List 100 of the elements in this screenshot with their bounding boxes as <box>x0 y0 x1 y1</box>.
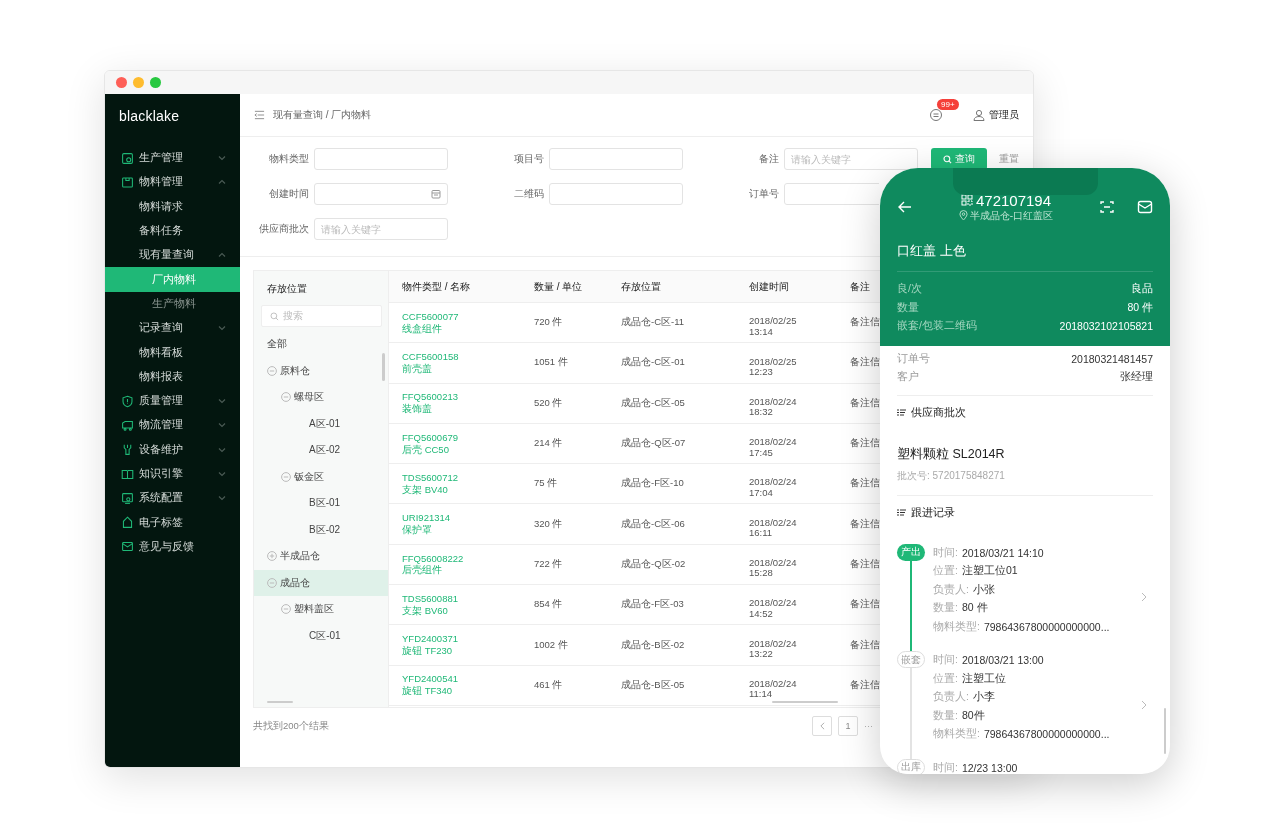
time-text: 13:22 <box>749 649 774 660</box>
scan-icon[interactable] <box>1099 199 1115 215</box>
close-dot[interactable] <box>116 77 127 88</box>
page-button[interactable]: 1 <box>838 716 858 736</box>
field-label: 负责人: <box>933 582 969 597</box>
field-label: 客户 <box>897 370 919 385</box>
table-cell: 备注信 <box>850 678 880 692</box>
input-field[interactable]: 请输入关键字 <box>784 148 918 170</box>
table-cell: 320 件 <box>534 517 563 531</box>
field-label: 负责人: <box>933 690 969 705</box>
scrollbar[interactable] <box>267 701 293 703</box>
tree-node[interactable]: 原料仓 <box>254 357 388 384</box>
sidebar-item[interactable]: 系统配置 <box>105 486 240 511</box>
tree-node[interactable]: A区-01 <box>254 410 388 437</box>
list-icon <box>897 409 906 416</box>
field-label: 备注 <box>758 152 780 166</box>
tree-node-label: 螺母区 <box>294 390 324 405</box>
table-cell: 1002 件 <box>534 638 568 652</box>
search-icon <box>943 154 952 164</box>
item-title: 口红盖 上色 <box>897 226 1153 272</box>
previous-page-button[interactable] <box>812 716 832 736</box>
tree-node[interactable]: A区-02 <box>254 437 388 464</box>
sidebar-item[interactable]: 物流管理 <box>105 413 240 438</box>
sidebar-item[interactable]: 备料任务 <box>105 218 240 244</box>
collapse-icon[interactable] <box>267 577 277 588</box>
maximize-dot[interactable] <box>150 77 161 88</box>
date-text: 2018/02/24 <box>749 638 797 649</box>
input-field[interactable] <box>549 183 683 205</box>
scrollbar[interactable] <box>1164 707 1166 754</box>
tree-node-label: B区-01 <box>309 496 341 511</box>
tree-node[interactable]: 塑料盖区 <box>254 596 388 623</box>
tree-node[interactable]: 半成品仓 <box>254 543 388 570</box>
input-field[interactable]: 请输入关键字 <box>314 218 448 240</box>
table-cell: 成品仓-C区-11 <box>621 316 685 330</box>
user-name[interactable]: 管理员 <box>989 108 1019 122</box>
input-field[interactable] <box>314 148 448 170</box>
tree-node-label: A区-02 <box>309 443 341 458</box>
input-field[interactable] <box>784 183 879 205</box>
sidebar-item[interactable]: 记录查询 <box>105 316 240 341</box>
expand-icon[interactable] <box>267 551 277 562</box>
date-text: 2018/02/24 <box>749 678 797 690</box>
scrollbar[interactable] <box>772 701 838 703</box>
table-cell: 备注信 <box>850 557 880 571</box>
field-value: 小李 <box>972 690 995 705</box>
sidebar-item[interactable]: 物料管理 <box>105 170 240 195</box>
tree-node[interactable]: 全部 <box>254 331 388 358</box>
user-icon[interactable] <box>973 109 985 121</box>
envelope-icon[interactable] <box>1137 199 1153 215</box>
scrollbar[interactable] <box>382 353 385 381</box>
chevron-right-icon[interactable] <box>1141 699 1148 710</box>
chevron-down-icon <box>218 470 226 478</box>
collapse-icon[interactable] <box>281 392 291 403</box>
sidebar-item[interactable]: 生产物料 <box>105 291 240 317</box>
field-value: 2018032102105821 <box>1059 320 1153 333</box>
input-field[interactable] <box>549 148 683 170</box>
message-icon[interactable] <box>929 108 943 122</box>
date-text: 2018/02/24 <box>749 396 797 408</box>
collapse-icon[interactable] <box>281 471 291 482</box>
field-value: 张经理 <box>1120 370 1153 385</box>
collapse-icon[interactable] <box>267 365 277 376</box>
time-text: 12:23 <box>749 366 774 378</box>
field-value: 12/23 13:00 <box>961 761 1018 774</box>
table-cell: 1051 件 <box>534 356 568 370</box>
book-icon <box>121 467 134 481</box>
field-value: 2018/03/21 14:10 <box>961 546 1044 559</box>
tree-node[interactable]: B区-01 <box>254 490 388 517</box>
sidebar-item[interactable]: 设备维护 <box>105 437 240 462</box>
tree-node[interactable]: B区-02 <box>254 516 388 543</box>
date-field[interactable] <box>314 183 448 205</box>
column-header: 备注 <box>850 279 870 294</box>
supplier-item-name: 塑料颗粒 SL2014R <box>897 445 1006 463</box>
minimize-dot[interactable] <box>133 77 144 88</box>
collapse-icon[interactable] <box>281 604 291 615</box>
date-text: 2018/02/24 <box>749 437 797 448</box>
sidebar-item[interactable]: 物料报表 <box>105 364 240 389</box>
back-arrow-icon[interactable] <box>897 199 913 215</box>
tree-node[interactable]: 螺母区 <box>254 384 388 411</box>
section-title: 供应商批次 <box>911 405 966 420</box>
chevron-right-icon[interactable] <box>1141 592 1148 603</box>
batch-number: 批次号: 5720175848271 <box>897 468 1006 483</box>
sidebar-item[interactable]: 物料看板 <box>105 340 240 365</box>
breadcrumb: 现有量查询 / 厂内物料 <box>273 108 373 122</box>
sidebar-item[interactable]: 物料请求 <box>105 194 240 219</box>
sidebar-item[interactable]: 质量管理 <box>105 388 240 414</box>
field-value: 小张 <box>972 582 995 597</box>
field-value: 2018/03/21 13:00 <box>961 654 1044 667</box>
sidebar-item[interactable]: 意见与反馈 <box>105 534 240 560</box>
tree-node[interactable]: C区-01 <box>254 622 388 649</box>
sidebar-item[interactable]: 现有量查询 <box>105 243 240 268</box>
menu-icon[interactable] <box>254 110 265 120</box>
sidebar-item[interactable]: 电子标签 <box>105 510 240 535</box>
tree-node[interactable]: 成品仓 <box>254 569 388 596</box>
sidebar-item[interactable]: 生产管理 <box>105 146 240 171</box>
field-label: 订单号 <box>897 351 930 366</box>
location-pin-icon <box>958 210 968 221</box>
table-cell: 成品仓-C区-05 <box>621 396 685 410</box>
sidebar-item[interactable]: 知识引擎 <box>105 461 240 487</box>
tree-node[interactable]: 钣金区 <box>254 463 388 490</box>
date-text: 2018/02/24 <box>749 558 797 569</box>
column-header: 数量 / 单位 <box>534 279 583 294</box>
